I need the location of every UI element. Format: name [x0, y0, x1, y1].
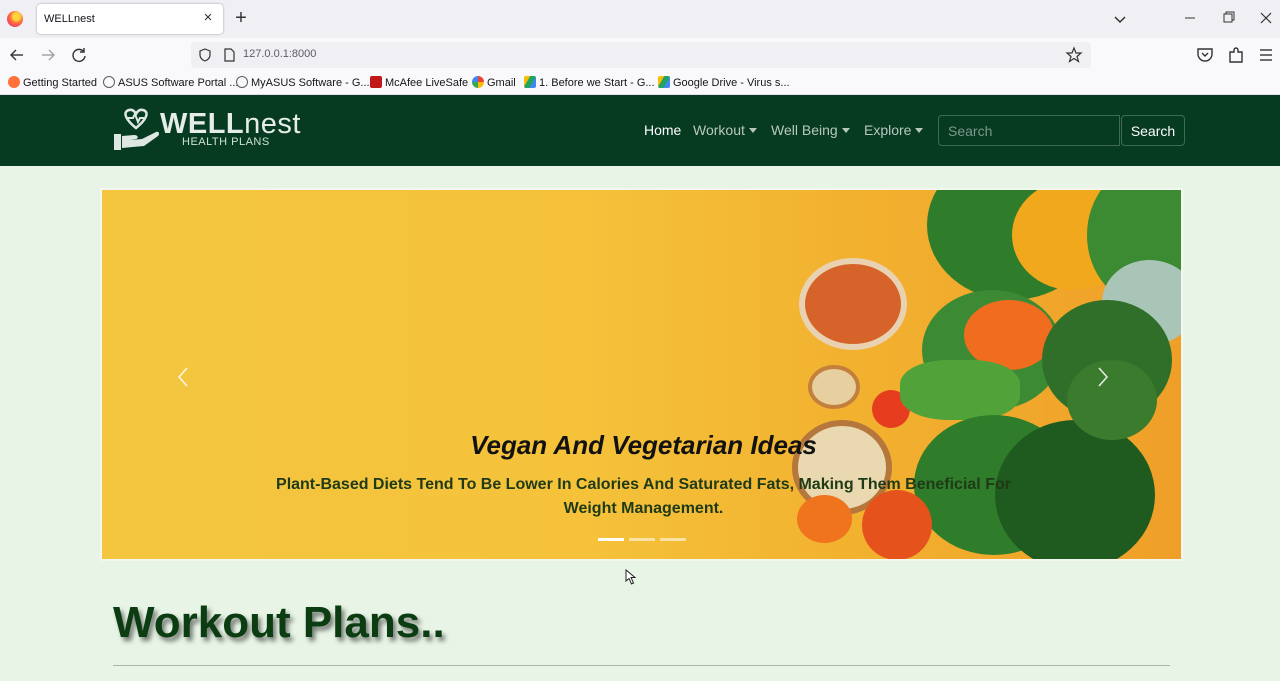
bookmark-myasus[interactable]: MyASUS Software - G... [236, 76, 370, 89]
mouse-cursor-icon [625, 569, 637, 585]
search-button[interactable]: Search [1121, 115, 1185, 146]
url-bar[interactable]: 127.0.0.1:8000 [191, 42, 1091, 68]
page-icon[interactable] [221, 47, 237, 63]
hero-carousel: Vegan And Vegetarian Ideas Plant-Based D… [100, 188, 1183, 561]
shield-icon[interactable] [197, 47, 213, 63]
carousel-title: Vegan And Vegetarian Ideas [470, 430, 817, 460]
close-window-icon[interactable] [1253, 6, 1279, 30]
tab-title: WELLnest [44, 13, 95, 25]
search-input[interactable] [938, 115, 1120, 146]
list-all-tabs-icon[interactable] [1110, 9, 1130, 29]
section-title: Workout Plans.. [113, 598, 445, 647]
reload-icon[interactable] [67, 43, 91, 67]
bookmark-star-icon[interactable] [1065, 46, 1083, 64]
caret-down-icon [841, 128, 850, 133]
nav-home[interactable]: Home [644, 122, 681, 138]
bookmark-gmail[interactable]: Gmail [472, 76, 516, 89]
carousel-indicator-3[interactable] [660, 538, 686, 541]
globe-icon [236, 76, 248, 88]
url-text[interactable]: 127.0.0.1:8000 [243, 48, 316, 60]
browser-tab[interactable]: WELLnest × [37, 4, 223, 34]
drive-icon [524, 76, 536, 88]
browser-nav-bar: 127.0.0.1:8000 [0, 38, 1280, 71]
globe-icon [103, 76, 115, 88]
caret-down-icon [915, 128, 924, 133]
bookmarks-toolbar: Getting Started ASUS Software Portal ...… [0, 71, 1280, 95]
restore-icon[interactable] [1215, 6, 1241, 30]
carousel-indicator-2[interactable] [629, 538, 655, 541]
site-logo-text[interactable]: WELLnest [160, 109, 301, 139]
site-logo-subtitle: HEALTH PLANS [182, 136, 270, 148]
mcafee-icon [370, 76, 382, 88]
bookmark-google-drive[interactable]: Google Drive - Virus s... [658, 76, 790, 89]
pocket-icon[interactable] [1194, 44, 1216, 66]
heart-hand-logo-icon[interactable] [112, 108, 160, 154]
firefox-icon [7, 11, 23, 27]
nav-well-being[interactable]: Well Being [771, 122, 850, 138]
carousel-caption: Vegan And Vegetarian Ideas Plant-Based D… [102, 430, 1181, 521]
carousel-text: Plant-Based Diets Tend To Be Lower In Ca… [276, 476, 1011, 517]
caret-down-icon [748, 128, 757, 133]
extensions-icon[interactable] [1225, 44, 1247, 66]
close-tab-icon[interactable]: × [199, 9, 217, 27]
forward-icon[interactable] [36, 43, 60, 67]
app-menu-icon[interactable] [1255, 44, 1277, 66]
google-icon [472, 76, 484, 88]
nav-explore[interactable]: Explore [864, 122, 924, 138]
carousel-indicator-1[interactable] [598, 538, 624, 541]
bookmark-mcafee[interactable]: McAfee LiveSafe [370, 76, 468, 89]
nav-workout[interactable]: Workout [693, 122, 757, 138]
carousel-prev-icon[interactable] [172, 362, 194, 392]
bookmark-getting-started[interactable]: Getting Started [8, 76, 97, 89]
browser-tab-bar: WELLnest × + [0, 0, 1280, 38]
back-icon[interactable] [5, 43, 29, 67]
firefox-icon [8, 76, 20, 88]
bookmark-asus-portal[interactable]: ASUS Software Portal ... [103, 76, 238, 89]
carousel-next-icon[interactable] [1092, 362, 1114, 392]
minimize-icon[interactable] [1177, 6, 1203, 30]
drive-icon [658, 76, 670, 88]
section-divider [113, 665, 1170, 666]
new-tab-icon[interactable]: + [231, 8, 251, 28]
bookmark-before-we-start[interactable]: 1. Before we Start - G... [524, 76, 655, 89]
